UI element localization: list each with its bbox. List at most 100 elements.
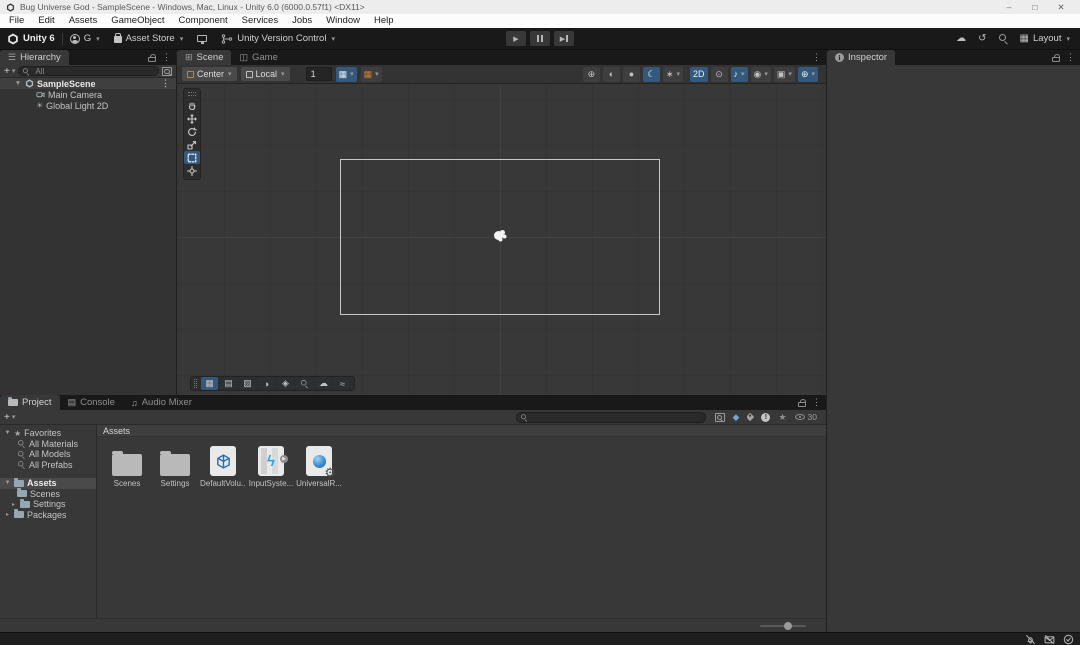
- tool-handle-position-dropdown[interactable]: Center ▾: [182, 67, 237, 81]
- thumbnail-size-slider[interactable]: [760, 621, 806, 630]
- tab-inspector[interactable]: i Inspector: [827, 50, 896, 65]
- pause-button[interactable]: [530, 31, 550, 46]
- asset-input-system[interactable]: ϟ ▶ InputSyste...: [248, 444, 294, 488]
- draw-mode-wireframe-toggle[interactable]: ⊕: [582, 66, 600, 82]
- menu-jobs[interactable]: Jobs: [285, 14, 319, 28]
- menu-window[interactable]: Window: [319, 14, 367, 28]
- version-control-dropdown[interactable]: Unity Version Control ▾: [214, 33, 342, 44]
- tab-game[interactable]: ◫ Game: [231, 50, 285, 65]
- tree-favorites[interactable]: ▼ ★ Favorites: [0, 428, 96, 439]
- import-log-icon[interactable]: !: [761, 412, 771, 422]
- transform-tool[interactable]: [184, 164, 200, 177]
- overlay-drag-handle[interactable]: [188, 92, 196, 96]
- minimize-button[interactable]: –: [996, 0, 1022, 14]
- menu-file[interactable]: File: [2, 14, 31, 28]
- tree-all-materials[interactable]: All Materials: [0, 439, 96, 450]
- scene-visibility-dropdown[interactable]: ◉ ▾: [750, 66, 771, 82]
- create-dropdown[interactable]: + ▾: [4, 412, 15, 423]
- scene-lighting-toggle[interactable]: ☾: [642, 66, 660, 82]
- hierarchy-search-input[interactable]: All: [18, 66, 159, 76]
- hidden-packages-count[interactable]: 30: [794, 412, 817, 422]
- draw-mode-shaded-wire-toggle[interactable]: ◐: [602, 66, 620, 82]
- lock-icon[interactable]: [148, 54, 156, 62]
- tab-hierarchy[interactable]: ☰ Hierarchy: [0, 50, 69, 65]
- tree-scenes[interactable]: Scenes: [0, 488, 96, 500]
- search-by-label-icon[interactable]: [746, 412, 755, 422]
- slider-knob[interactable]: [784, 621, 792, 630]
- notifications-muted-icon[interactable]: [1025, 634, 1036, 645]
- console-messages-muted-icon[interactable]: [1044, 634, 1055, 645]
- scene-viewport[interactable]: ▦ ▤ ▨ ◑ ◈ ☁ ≈: [177, 84, 826, 395]
- hierarchy-row-camera[interactable]: Main Camera: [0, 89, 176, 100]
- grid-snap-size-field[interactable]: 1: [305, 67, 332, 81]
- foldout-icon[interactable]: ▼: [4, 430, 11, 436]
- foldout-icon[interactable]: ▼: [4, 480, 11, 486]
- overlay-render-button[interactable]: ▨: [239, 377, 256, 390]
- scene-light-toggle[interactable]: ⊙: [710, 66, 728, 82]
- hierarchy-row-scene[interactable]: ▼ SampleScene ⋮: [0, 78, 176, 89]
- tree-assets[interactable]: ▼ Assets: [0, 477, 96, 489]
- audio-toggle[interactable]: ♪ ▾: [730, 66, 748, 82]
- tab-project[interactable]: Project: [0, 395, 60, 410]
- open-search-window-icon[interactable]: [714, 412, 725, 422]
- lock-icon[interactable]: [798, 399, 806, 407]
- step-button[interactable]: ▶: [554, 31, 574, 46]
- scene-menu-icon[interactable]: ⋮: [161, 78, 176, 89]
- search-by-type-icon[interactable]: ◆: [733, 412, 740, 423]
- background-tasks-icon[interactable]: [1063, 634, 1074, 645]
- overlay-drag-handle[interactable]: [194, 379, 197, 388]
- overlay-measure-button[interactable]: ≈: [334, 377, 351, 390]
- tab-audio-mixer[interactable]: ♫ Audio Mixer: [123, 395, 200, 410]
- tool-handle-rotation-dropdown[interactable]: Local ▾: [240, 67, 290, 81]
- tab-scene[interactable]: ⊞ Scene: [177, 50, 232, 65]
- create-dropdown[interactable]: + ▾: [4, 66, 15, 77]
- view-hand-tool[interactable]: [184, 99, 200, 112]
- menu-edit[interactable]: Edit: [31, 14, 61, 28]
- foldout-icon[interactable]: ▼: [14, 80, 22, 87]
- device-preview-button[interactable]: [190, 35, 214, 44]
- layout-dropdown[interactable]: ▦ Layout ▾: [1020, 33, 1071, 44]
- render-debug-dropdown[interactable]: ∗ ▾: [662, 66, 683, 82]
- move-tool[interactable]: [184, 112, 200, 125]
- global-light-gizmo[interactable]: [494, 231, 503, 240]
- scale-tool[interactable]: [184, 138, 200, 151]
- menu-help[interactable]: Help: [367, 14, 401, 28]
- rect-tool[interactable]: [184, 151, 200, 164]
- gizmos-dropdown[interactable]: ⊕ ▾: [797, 66, 818, 82]
- unity-hub-button[interactable]: Unity 6: [0, 33, 62, 45]
- tree-settings[interactable]: ▸ Settings: [0, 498, 96, 510]
- tree-packages[interactable]: ▸ Packages: [0, 509, 96, 521]
- save-search-icon[interactable]: ★: [778, 412, 786, 423]
- panel-menu-icon[interactable]: ⋮: [812, 397, 821, 408]
- asset-scenes[interactable]: Scenes: [104, 444, 150, 488]
- cloud-icon[interactable]: ☁: [956, 33, 966, 44]
- close-button[interactable]: ✕: [1048, 0, 1074, 14]
- overlay-grid-button[interactable]: ▦: [201, 377, 218, 390]
- menu-component[interactable]: Component: [172, 14, 235, 28]
- overlay-lighting-button[interactable]: ◑: [258, 377, 275, 390]
- asset-universal-rp[interactable]: ⚙ UniversalR...: [296, 444, 342, 488]
- lock-icon[interactable]: [1052, 54, 1060, 62]
- asset-store-dropdown[interactable]: Asset Store ▾: [107, 33, 191, 44]
- undo-history-icon[interactable]: ↺: [978, 33, 986, 44]
- menu-services[interactable]: Services: [235, 14, 285, 28]
- play-button[interactable]: ▶: [506, 31, 526, 46]
- maximize-button[interactable]: □: [1022, 0, 1048, 14]
- 2d-mode-toggle[interactable]: 2D: [690, 66, 708, 82]
- project-search-input[interactable]: [532, 412, 701, 422]
- panel-menu-icon[interactable]: ⋮: [812, 52, 821, 63]
- draw-mode-shaded-toggle[interactable]: ●: [622, 66, 640, 82]
- account-dropdown[interactable]: G ▾: [63, 33, 107, 44]
- tree-all-models[interactable]: All Models: [0, 449, 96, 460]
- foldout-icon[interactable]: ▸: [4, 511, 11, 518]
- tab-console[interactable]: ▤ Console: [60, 395, 123, 410]
- menu-gameobject[interactable]: GameObject: [104, 14, 171, 28]
- grid-visibility-dropdown[interactable]: ▦ ▾: [360, 66, 382, 82]
- menu-assets[interactable]: Assets: [62, 14, 105, 28]
- overlay-cloud-button[interactable]: ☁: [315, 377, 332, 390]
- overlay-gizmo-button[interactable]: ◈: [277, 377, 294, 390]
- asset-default-volume[interactable]: DefaultVolu...: [200, 444, 246, 488]
- rotate-tool[interactable]: [184, 125, 200, 138]
- open-search-window-icon[interactable]: [162, 66, 172, 76]
- hierarchy-row-light[interactable]: ☀ Global Light 2D: [0, 100, 176, 111]
